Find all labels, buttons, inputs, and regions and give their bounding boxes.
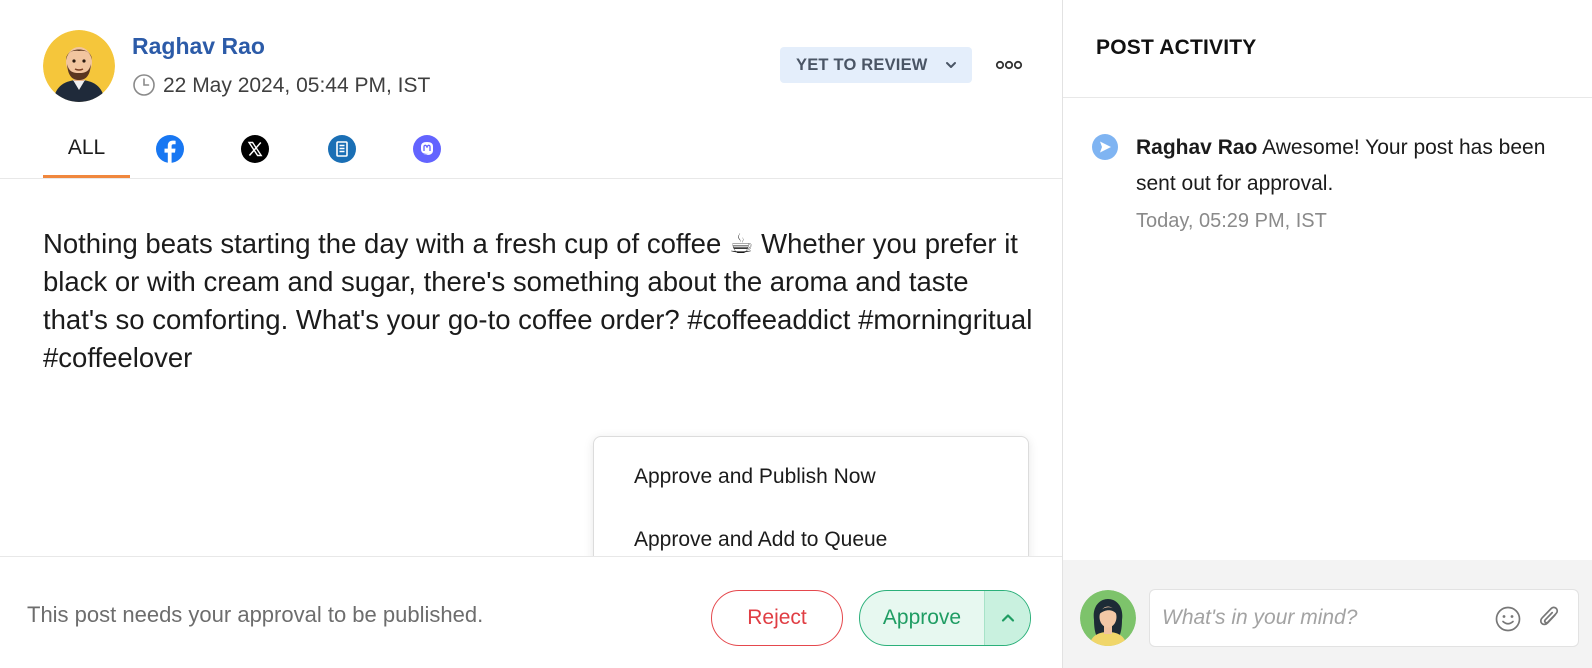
activity-divider xyxy=(1063,97,1592,98)
post-content: Nothing beats starting the day with a fr… xyxy=(43,228,1033,373)
approve-options-toggle[interactable] xyxy=(984,591,1030,645)
approve-button[interactable]: Approve xyxy=(860,591,984,645)
comment-box xyxy=(1149,589,1579,647)
approval-footer: This post needs your approval to be publ… xyxy=(0,556,1062,668)
chevron-down-icon xyxy=(946,62,956,68)
menu-item-approve-publish-now[interactable]: Approve and Publish Now xyxy=(634,465,876,489)
approve-button-group: Approve xyxy=(859,590,1031,646)
more-options-icon[interactable] xyxy=(994,54,1024,76)
activity-user[interactable]: Raghav Rao xyxy=(1136,136,1257,159)
activity-title: POST ACTIVITY xyxy=(1096,36,1257,59)
activity-time: Today, 05:29 PM, IST xyxy=(1136,210,1327,232)
comment-bar xyxy=(1063,560,1592,668)
author-avatar xyxy=(43,30,115,102)
comment-input[interactable] xyxy=(1162,590,1482,646)
clock-icon xyxy=(133,74,155,96)
activity-entry: Raghav Rao Awesome! Your post has been s… xyxy=(1136,130,1556,202)
tabs-divider xyxy=(0,178,1062,179)
mastodon-icon[interactable] xyxy=(412,134,442,164)
activity-panel: POST ACTIVITY Raghav Rao Awesome! Your p… xyxy=(1062,0,1592,668)
menu-item-approve-add-to-queue[interactable]: Approve and Add to Queue xyxy=(634,528,887,552)
send-icon xyxy=(1092,134,1118,160)
tab-all[interactable]: ALL xyxy=(43,120,130,178)
facebook-icon[interactable] xyxy=(155,134,185,164)
user-avatar xyxy=(1080,590,1136,646)
x-icon[interactable] xyxy=(240,134,270,164)
author-name[interactable]: Raghav Rao xyxy=(132,33,265,60)
status-dropdown[interactable]: YET TO REVIEW xyxy=(780,47,972,83)
attachment-icon[interactable] xyxy=(1536,603,1564,633)
approval-message: This post needs your approval to be publ… xyxy=(27,602,484,627)
reject-button[interactable]: Reject xyxy=(711,590,843,646)
chevron-up-icon xyxy=(1001,614,1014,622)
post-timestamp: 22 May 2024, 05:44 PM, IST xyxy=(163,74,431,97)
document-icon[interactable] xyxy=(327,134,357,164)
post-panel: Raghav Rao 22 May 2024, 05:44 PM, IST YE… xyxy=(0,0,1062,668)
emoji-icon[interactable] xyxy=(1494,605,1522,633)
status-label: YET TO REVIEW xyxy=(796,55,928,74)
